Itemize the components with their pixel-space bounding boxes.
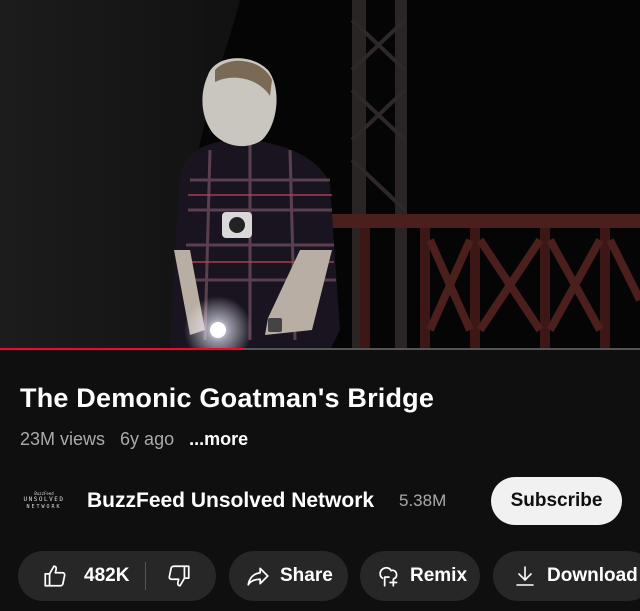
share-button[interactable]: Share bbox=[229, 551, 348, 601]
remix-icon bbox=[379, 566, 398, 587]
thumbs-up-icon[interactable] bbox=[42, 563, 68, 589]
like-count[interactable]: 482K bbox=[84, 565, 129, 587]
like-divider bbox=[145, 562, 147, 590]
action-bar: 482K Share Remix Download bbox=[0, 551, 640, 601]
video-title: The Demonic Goatman's Bridge bbox=[20, 383, 435, 413]
download-label: Download bbox=[547, 565, 638, 586]
channel-name[interactable]: BuzzFeed Unsolved Network bbox=[87, 489, 374, 513]
upload-age: 6y ago bbox=[120, 429, 175, 449]
remix-label: Remix bbox=[410, 565, 468, 586]
subscriber-count: 5.38M bbox=[399, 491, 447, 510]
video-player[interactable] bbox=[0, 0, 640, 350]
download-icon bbox=[516, 566, 534, 586]
remix-button[interactable]: Remix bbox=[360, 551, 480, 601]
like-dislike-pill: 482K bbox=[18, 551, 216, 601]
channel-avatar[interactable]: BuzzFeed UNSOLVED NETWORK bbox=[20, 483, 68, 519]
progress-bar-fill bbox=[0, 348, 244, 350]
video-meta[interactable]: 23M views 6y ago ...more bbox=[20, 429, 258, 450]
channel-row: BuzzFeed UNSOLVED NETWORK BuzzFeed Unsol… bbox=[0, 476, 640, 526]
download-button[interactable]: Download bbox=[493, 551, 640, 601]
share-icon bbox=[247, 567, 269, 586]
progress-bar[interactable] bbox=[0, 348, 640, 350]
view-count: 23M views bbox=[20, 429, 106, 449]
video-frame bbox=[0, 0, 640, 350]
channel-avatar-line2: UNSOLVED bbox=[23, 496, 65, 503]
subscribe-button[interactable]: Subscribe bbox=[491, 477, 622, 525]
channel-avatar-line3: NETWORK bbox=[26, 504, 62, 510]
thumbs-down-icon[interactable] bbox=[166, 563, 192, 589]
more-link[interactable]: ...more bbox=[189, 429, 248, 449]
share-label: Share bbox=[280, 565, 333, 586]
